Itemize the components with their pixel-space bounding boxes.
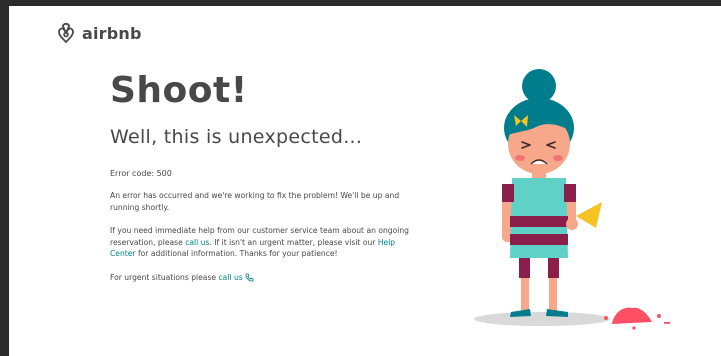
urgent-paragraph: For urgent situations please call us: [110, 272, 410, 284]
phone-icon[interactable]: [245, 273, 254, 282]
error-content: Shoot! Well, this is unexpected... Error…: [110, 70, 410, 283]
page-subtitle: Well, this is unexpected...: [110, 126, 363, 148]
urgent-call-us-link[interactable]: call us: [219, 273, 243, 282]
help-text-2: . If it isn't an urgent matter, please v…: [209, 237, 378, 247]
girl-dropped-ice-cream-illustration: [474, 69, 670, 330]
help-text-3: for additional information. Thanks for y…: [135, 249, 338, 258]
call-us-link[interactable]: call us: [185, 238, 209, 247]
logo-text: airbnb: [82, 23, 142, 43]
airbnb-logo-icon: [58, 22, 74, 44]
page-title: Shoot!: [110, 70, 248, 111]
page: airbnb Shoot! Well, this is unexpected..…: [9, 6, 721, 356]
error-description: An error has occurred and we're working …: [110, 191, 400, 212]
error-code: Error code: 500: [110, 169, 172, 178]
help-paragraph: If you need immediate help from our cust…: [110, 225, 410, 260]
airbnb-logo[interactable]: airbnb: [56, 22, 142, 44]
urgent-text: For urgent situations please: [110, 272, 219, 282]
